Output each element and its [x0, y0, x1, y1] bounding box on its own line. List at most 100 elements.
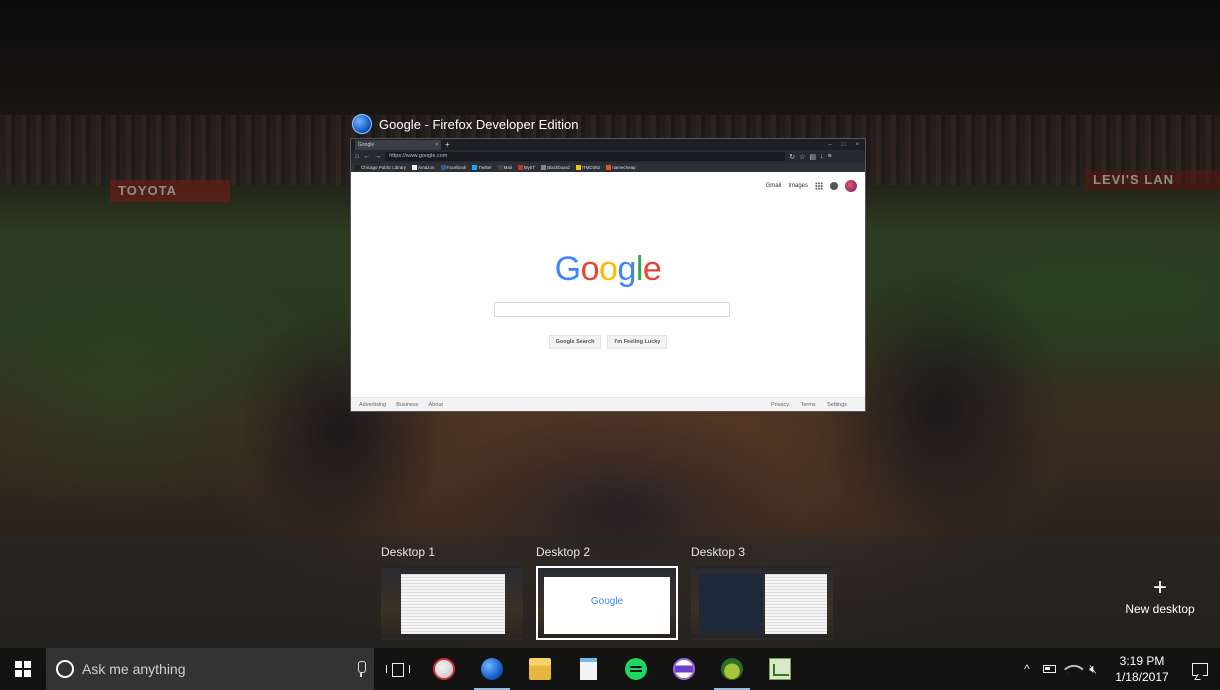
battery-icon-wrap[interactable]: [1038, 648, 1060, 690]
new-tab-icon[interactable]: +: [445, 140, 450, 150]
apps-grid-icon[interactable]: [815, 182, 823, 190]
bookmark-item[interactable]: Blackboard: [541, 165, 570, 171]
notepad-icon: [579, 658, 597, 680]
desktop-2-window-preview: Google: [544, 572, 670, 634]
action-center-icon: [1192, 662, 1208, 676]
maximize-icon[interactable]: □: [842, 140, 846, 150]
desktop-2[interactable]: Desktop 2 Google: [536, 544, 678, 640]
bookmark-item[interactable]: MyIIT: [517, 165, 535, 171]
taskbar-app-visual-studio[interactable]: [660, 648, 708, 690]
bookmark-star-icon[interactable]: ☆: [799, 153, 805, 161]
task-view-button[interactable]: [374, 648, 420, 690]
browser-tab-title: Google: [358, 142, 375, 148]
footer-link-about[interactable]: About: [429, 402, 443, 408]
footer-link-advertising[interactable]: Advertising: [359, 402, 386, 408]
desktop-3-editor-preview: [699, 574, 763, 634]
wifi-icon-wrap[interactable]: [1060, 648, 1084, 690]
bookmark-item[interactable]: Mail: [497, 165, 512, 171]
bookmark-favicon-icon: [497, 165, 503, 171]
bookmark-item[interactable]: Amazon: [412, 165, 435, 171]
bookmark-item[interactable]: ITMD362: [575, 165, 600, 171]
show-hidden-icons-chevron-icon[interactable]: ^: [1016, 648, 1038, 690]
minimize-icon[interactable]: –: [829, 140, 832, 150]
footer-link-privacy[interactable]: Privacy: [771, 402, 789, 408]
taskbar-app-snipping-tool[interactable]: [420, 648, 468, 690]
spotify-icon: [625, 658, 647, 680]
plus-icon: +: [1152, 574, 1167, 601]
firefox-icon: [481, 658, 503, 680]
clock[interactable]: 3:19 PM 1/18/2017: [1104, 653, 1180, 685]
taskbar-app-spotify[interactable]: [612, 648, 660, 690]
firefox-window-thumbnail[interactable]: Google × + – □ × ⌂ ← → https://www.googl…: [350, 138, 866, 412]
reload-icon[interactable]: ↻: [789, 153, 795, 161]
avatar[interactable]: [845, 180, 857, 192]
address-bar[interactable]: https://www.google.com: [385, 152, 786, 161]
bookmark-item[interactable]: Facebook: [440, 165, 466, 171]
footer-link-settings[interactable]: Settings: [827, 402, 847, 408]
close-icon[interactable]: ×: [855, 140, 859, 150]
desktop-1-thumbnail[interactable]: [381, 566, 523, 640]
bookmark-favicon-icon: [355, 165, 360, 171]
home-icon[interactable]: ⌂: [355, 153, 359, 160]
google-search-input[interactable]: [494, 302, 730, 317]
task-view-icon: [386, 663, 410, 677]
google-search-buttons: Google Search I'm Feeling Lucky: [351, 335, 865, 349]
microphone-icon[interactable]: [356, 661, 366, 677]
forward-icon[interactable]: →: [374, 153, 381, 160]
back-icon[interactable]: ←: [363, 153, 370, 160]
cortana-search-box[interactable]: Ask me anything: [46, 648, 374, 690]
footer-link-business[interactable]: Business: [396, 402, 418, 408]
library-icon[interactable]: ▤: [809, 153, 816, 161]
bookmark-favicon-icon: [606, 165, 612, 171]
images-link[interactable]: Images: [788, 183, 808, 189]
gmail-link[interactable]: Gmail: [766, 183, 782, 189]
feeling-lucky-button[interactable]: I'm Feeling Lucky: [607, 335, 668, 349]
google-homepage: Gmail Images Google Google Search I'm Fe…: [351, 172, 865, 411]
taskbar-app-firefox[interactable]: [468, 648, 516, 690]
action-center-button[interactable]: [1180, 648, 1220, 690]
snipping-tool-icon: [433, 658, 455, 680]
volume-muted-icon[interactable]: 🔇︎: [1082, 648, 1104, 690]
taskbar-app-file-explorer[interactable]: [516, 648, 564, 690]
desktop-label: Desktop 2: [536, 545, 591, 559]
taskbar-app-chart[interactable]: [756, 648, 804, 690]
android-studio-icon: [721, 658, 743, 680]
search-placeholder: Ask me anything: [82, 661, 186, 677]
desktop-1[interactable]: Desktop 1: [381, 544, 523, 640]
bookmark-favicon-icon: [517, 165, 523, 171]
browser-tab[interactable]: Google ×: [355, 140, 441, 150]
menu-icon[interactable]: ≡: [828, 153, 832, 160]
footer-link-terms[interactable]: Terms: [801, 402, 816, 408]
wifi-icon: [1063, 659, 1084, 679]
window-thumbnail-title[interactable]: Google - Firefox Developer Edition: [352, 113, 578, 135]
mini-toolbar: [544, 572, 670, 577]
tab-close-icon[interactable]: ×: [435, 142, 438, 148]
firefox-icon: [352, 114, 372, 134]
wallpaper-banner-right: LEVI'S LAN: [1085, 170, 1220, 190]
chart-app-icon: [769, 658, 791, 680]
taskbar-app-notepad[interactable]: [564, 648, 612, 690]
footer-right-links: Privacy Terms Settings: [761, 402, 847, 408]
new-desktop-button[interactable]: + New desktop: [1124, 574, 1196, 617]
download-icon[interactable]: ↓: [820, 153, 824, 160]
bookmark-item[interactable]: Chicago Public Library: [355, 165, 406, 171]
bookmark-item[interactable]: Twitter: [472, 165, 492, 171]
google-logo: Google: [554, 250, 662, 288]
window-controls: – □ ×: [829, 140, 865, 150]
desktop-3[interactable]: Desktop 3: [691, 544, 833, 640]
clock-date: 1/18/2017: [1115, 670, 1169, 684]
desktop-1-window-preview: [401, 574, 505, 634]
desktop-3-thumbnail[interactable]: [691, 566, 833, 640]
browser-tab-bar: Google × + – □ ×: [351, 139, 865, 150]
cortana-icon: [56, 660, 74, 678]
desktop-label: Desktop 3: [691, 545, 746, 559]
start-button[interactable]: [0, 648, 46, 690]
clock-time: 3:19 PM: [1119, 654, 1165, 668]
taskbar-app-android-studio[interactable]: [708, 648, 756, 690]
bookmark-item[interactable]: namecheap: [606, 165, 636, 171]
notifications-icon[interactable]: [830, 182, 838, 190]
browser-nav-bar: ⌂ ← → https://www.google.com ↻ ☆ ▤ ↓ ≡: [351, 150, 865, 163]
desktop-2-thumbnail[interactable]: Google: [536, 566, 678, 640]
google-search-button[interactable]: Google Search: [548, 335, 602, 349]
bookmark-favicon-icon: [440, 165, 446, 171]
